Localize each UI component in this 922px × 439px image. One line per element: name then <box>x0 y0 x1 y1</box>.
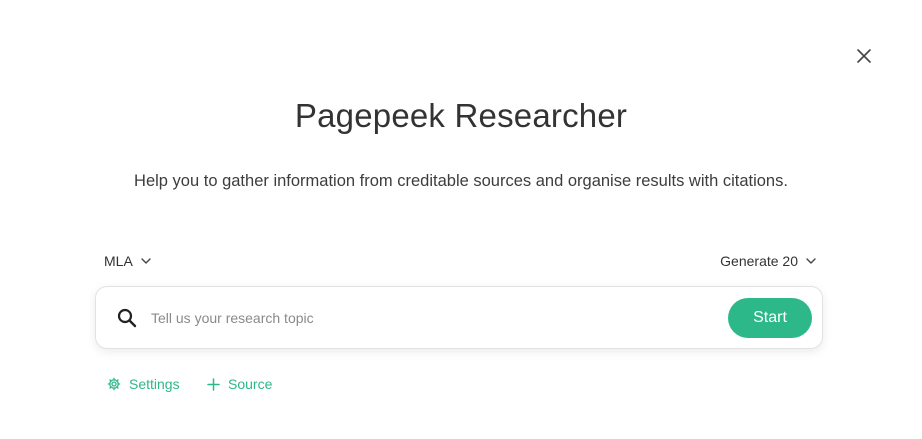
citation-style-dropdown[interactable]: MLA <box>104 250 151 272</box>
source-label: Source <box>228 376 273 392</box>
start-button[interactable]: Start <box>728 298 812 338</box>
close-button[interactable] <box>852 44 876 68</box>
search-box: Start <box>95 286 823 349</box>
research-topic-input[interactable] <box>151 305 711 331</box>
citation-style-value: MLA <box>104 253 133 269</box>
settings-label: Settings <box>129 376 180 392</box>
plus-icon <box>207 377 220 391</box>
gear-icon <box>107 377 121 391</box>
page-title: Pagepeek Researcher <box>294 97 628 134</box>
page-subtitle: Help you to gather information from cred… <box>134 172 788 190</box>
close-icon <box>857 49 871 63</box>
generate-count-value: Generate 20 <box>720 253 798 269</box>
settings-link[interactable]: Settings <box>107 374 180 394</box>
chevron-down-icon <box>141 258 151 264</box>
researcher-dialog: Pagepeek Researcher Help you to gather i… <box>0 0 922 439</box>
search-icon <box>116 307 138 329</box>
generate-count-dropdown[interactable]: Generate 20 <box>720 250 816 272</box>
chevron-down-icon <box>806 258 816 264</box>
add-source-link[interactable]: Source <box>207 374 272 394</box>
